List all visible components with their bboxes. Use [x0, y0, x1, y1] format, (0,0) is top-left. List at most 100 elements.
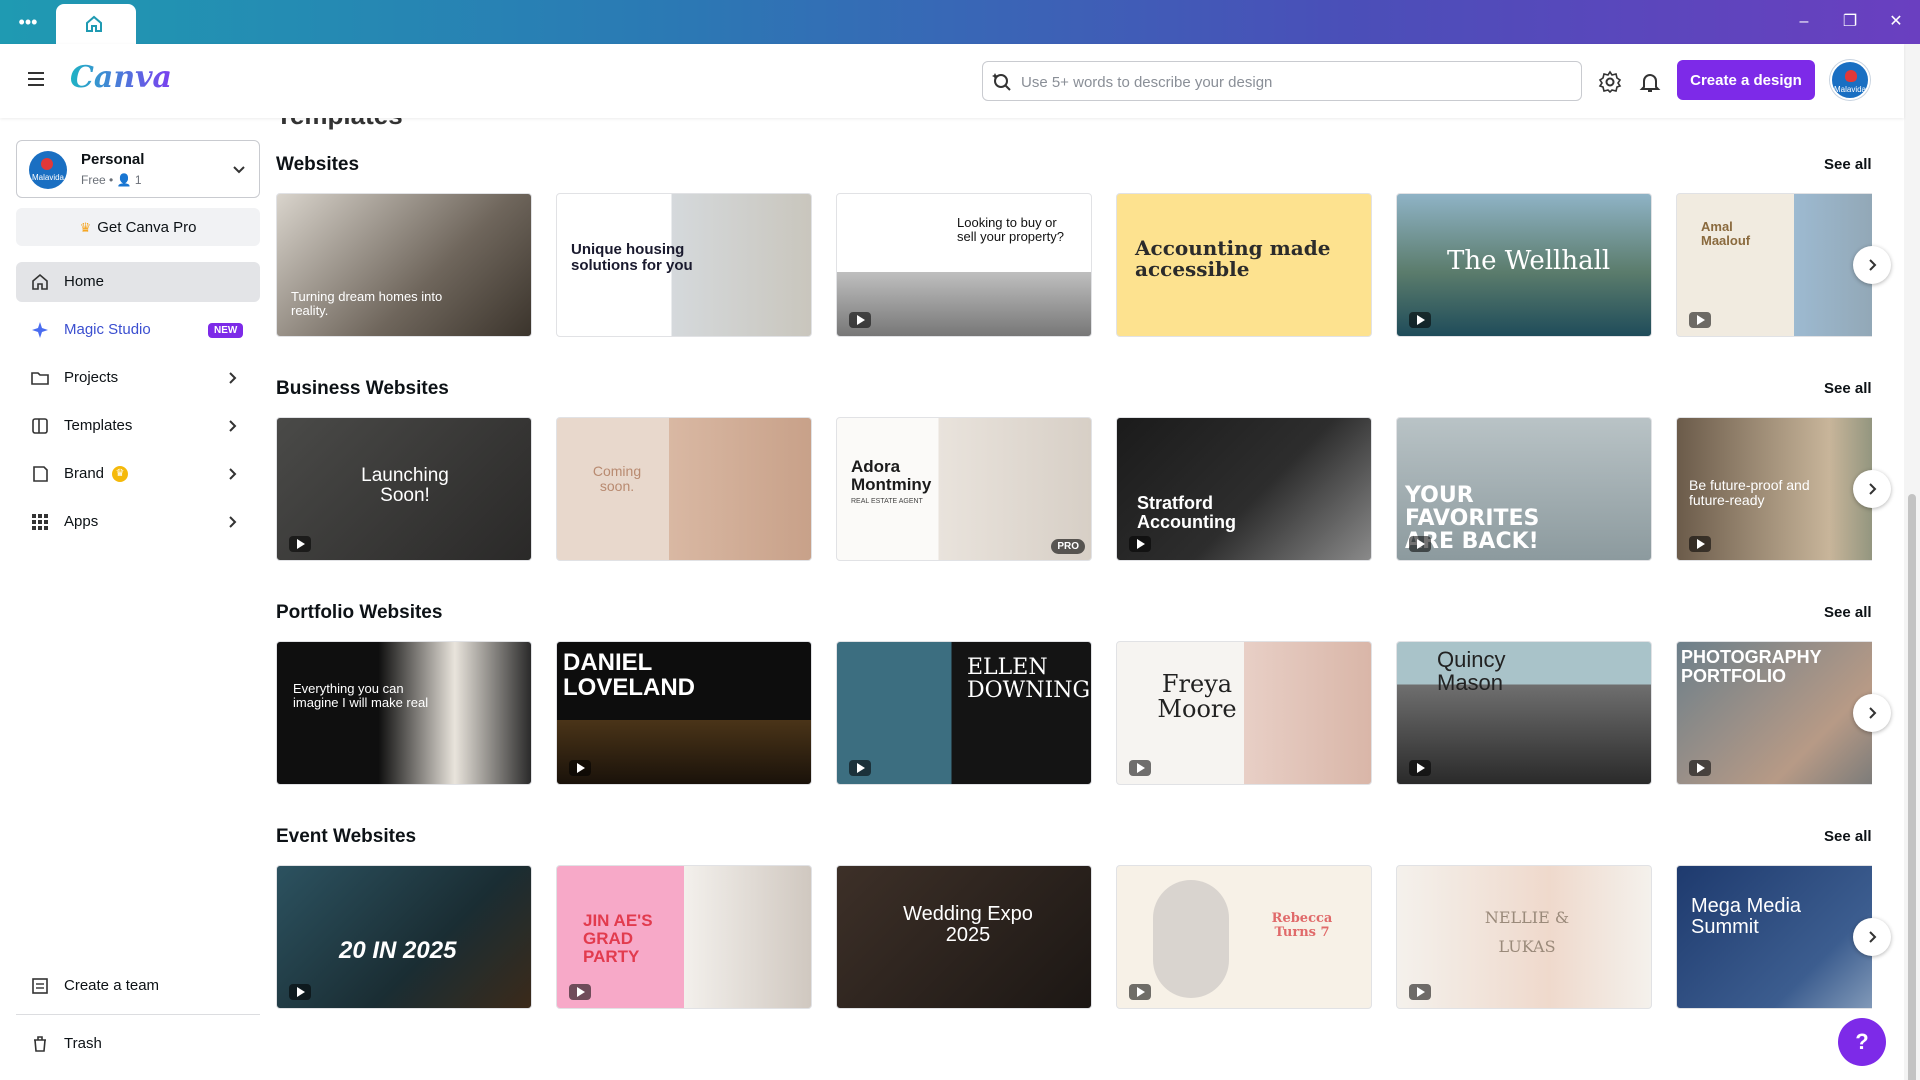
sparkle-icon [32, 322, 48, 338]
see-all-portfolio-link[interactable]: See all [1824, 604, 1872, 621]
sidebar-item-magic-studio[interactable]: Magic Studio NEW [16, 310, 260, 350]
template-card[interactable]: ELLEN DOWNING [836, 641, 1092, 785]
sidebar-item-create-team[interactable]: Create a team [16, 966, 260, 1006]
card-title: Adora Montminy [851, 457, 932, 494]
template-card[interactable]: Everything you can imagine I will make r… [276, 641, 532, 785]
template-card[interactable]: Freya Moore [1116, 641, 1372, 785]
brand-icon [33, 466, 48, 482]
sidebar-item-label: Home [64, 273, 105, 290]
card-title: Turning dream homes into reality. [291, 289, 443, 318]
row-next-button-event[interactable] [1853, 918, 1891, 956]
search-bar[interactable] [982, 61, 1582, 101]
video-play-icon [1129, 760, 1151, 776]
video-play-icon [849, 760, 871, 776]
template-card[interactable]: Coming soon. [556, 417, 812, 561]
template-card[interactable]: JIN AE'S GRAD PARTY [556, 865, 812, 1009]
template-card[interactable]: Accounting made accessible [1116, 193, 1372, 337]
sidebar-item-label: Apps [64, 513, 99, 530]
template-card[interactable]: Stratford Accounting [1116, 417, 1372, 561]
row-next-button-business[interactable] [1853, 470, 1891, 508]
hamburger-menu-icon[interactable] [24, 68, 48, 92]
template-card[interactable]: Launching Soon! [276, 417, 532, 561]
template-card[interactable]: YOUR FAVORITES ARE BACK! [1396, 417, 1652, 561]
minimize-icon[interactable]: – [1792, 10, 1816, 34]
template-card[interactable]: Rebecca Turns 7 [1116, 865, 1372, 1009]
template-card[interactable]: Wedding Expo 2025 [836, 865, 1092, 1009]
get-canva-pro-button[interactable]: ♛ Get Canva Pro [16, 208, 260, 246]
user-avatar[interactable]: Malavida [1830, 60, 1870, 100]
magic-search-icon [992, 73, 1011, 91]
row-next-button-portfolio[interactable] [1853, 694, 1891, 732]
template-card[interactable]: Adora Montminy REAL ESTATE AGENT PRO [836, 417, 1092, 561]
template-row-event-websites: 20 IN 2025 JIN AE'S GRAD PARTY Wedding E… [276, 865, 1872, 1011]
template-card[interactable]: Amal Maalouf [1676, 193, 1872, 337]
sidebar-item-apps[interactable]: Apps [16, 502, 260, 542]
card-title: NELLIE & LUKAS [1484, 908, 1570, 956]
sidebar-item-trash[interactable]: Trash [16, 1024, 260, 1064]
chevron-right-icon [229, 420, 237, 432]
chevron-right-icon [1869, 259, 1877, 271]
sidebar-item-label: Templates [64, 417, 133, 434]
help-button[interactable]: ? [1838, 1018, 1886, 1066]
template-card[interactable]: Turning dream homes into reality. [276, 193, 532, 337]
sidebar-item-label: Brand [64, 465, 105, 482]
template-card[interactable]: PHOTOGRAPHY PORTFOLIO [1676, 641, 1872, 785]
row-next-button-websites[interactable] [1853, 246, 1891, 284]
video-play-icon [569, 984, 591, 1000]
close-icon[interactable]: ✕ [1884, 10, 1908, 34]
app-header: Canva Create a design Malavida [0, 44, 1904, 118]
restore-icon[interactable]: ❐ [1838, 10, 1862, 34]
card-title: Unique housing solutions for you [571, 241, 693, 274]
crown-icon: ♛ [79, 219, 92, 235]
template-card[interactable]: DANIEL LOVELAND [556, 641, 812, 785]
template-card[interactable]: Unique housing solutions for you [556, 193, 812, 337]
template-card[interactable]: Looking to buy or sell your property? [836, 193, 1092, 337]
canva-logo[interactable]: Canva [70, 60, 172, 95]
scrollbar-thumb[interactable] [1908, 494, 1916, 1080]
card-title: Amal Maalouf [1701, 219, 1751, 248]
card-title: DANIEL LOVELAND [563, 649, 695, 702]
video-play-icon [569, 760, 591, 776]
see-all-websites-link[interactable]: See all [1824, 156, 1872, 173]
folder-icon [31, 372, 49, 385]
page-scrollbar[interactable] [1904, 44, 1920, 1080]
sidebar-item-templates[interactable]: Templates [16, 406, 260, 446]
sidebar-item-label: Projects [64, 369, 119, 386]
template-card[interactable]: NELLIE & LUKAS [1396, 865, 1652, 1009]
template-card[interactable]: Be future-proof and future-ready [1676, 417, 1872, 561]
see-all-event-link[interactable]: See all [1824, 828, 1872, 845]
account-switcher[interactable]: Malavida Personal Free • 👤 1 [16, 140, 260, 198]
account-plan: Free • 👤 1 [81, 173, 142, 187]
template-row-business-websites: Launching Soon! Coming soon. Adora Montm… [276, 417, 1872, 563]
video-play-icon [1409, 984, 1431, 1000]
browser-menu-icon[interactable]: ••• [16, 12, 40, 32]
create-design-button[interactable]: Create a design [1677, 60, 1815, 100]
card-title: Stratford Accounting [1137, 493, 1236, 532]
sidebar-item-projects[interactable]: Projects [16, 358, 260, 398]
template-card[interactable]: 20 IN 2025 [276, 865, 532, 1009]
section-title-event-websites: Event Websites [276, 826, 417, 847]
video-play-icon [1689, 312, 1711, 328]
search-input[interactable] [1021, 70, 1561, 94]
apps-grid-icon [32, 514, 48, 530]
card-title: Launching Soon! [361, 465, 449, 506]
see-all-business-link[interactable]: See all [1824, 380, 1872, 397]
home-icon [32, 273, 48, 290]
template-card[interactable]: Mega Media Summit [1676, 865, 1872, 1009]
new-tab-icon[interactable]: + [118, 10, 142, 34]
card-subtitle: REAL ESTATE AGENT [851, 498, 923, 505]
notifications-bell-icon[interactable] [1638, 70, 1662, 94]
video-play-icon [1689, 760, 1711, 776]
video-play-icon [1409, 760, 1431, 776]
sidebar-item-brand[interactable]: Brand ♛ [16, 454, 260, 494]
template-card[interactable]: Quincy Mason [1396, 641, 1652, 785]
chevron-right-icon [1869, 931, 1877, 943]
card-title: Rebecca Turns 7 [1271, 911, 1333, 940]
section-title-websites: Websites [276, 154, 360, 175]
section-title-business-websites: Business Websites [276, 378, 449, 399]
settings-gear-icon[interactable] [1598, 70, 1622, 94]
sidebar-item-home[interactable]: Home [16, 262, 260, 302]
template-card[interactable]: The Wellhall [1396, 193, 1652, 337]
section-title-portfolio-websites: Portfolio Websites [276, 602, 443, 623]
card-title: ELLEN DOWNING [967, 655, 1091, 704]
